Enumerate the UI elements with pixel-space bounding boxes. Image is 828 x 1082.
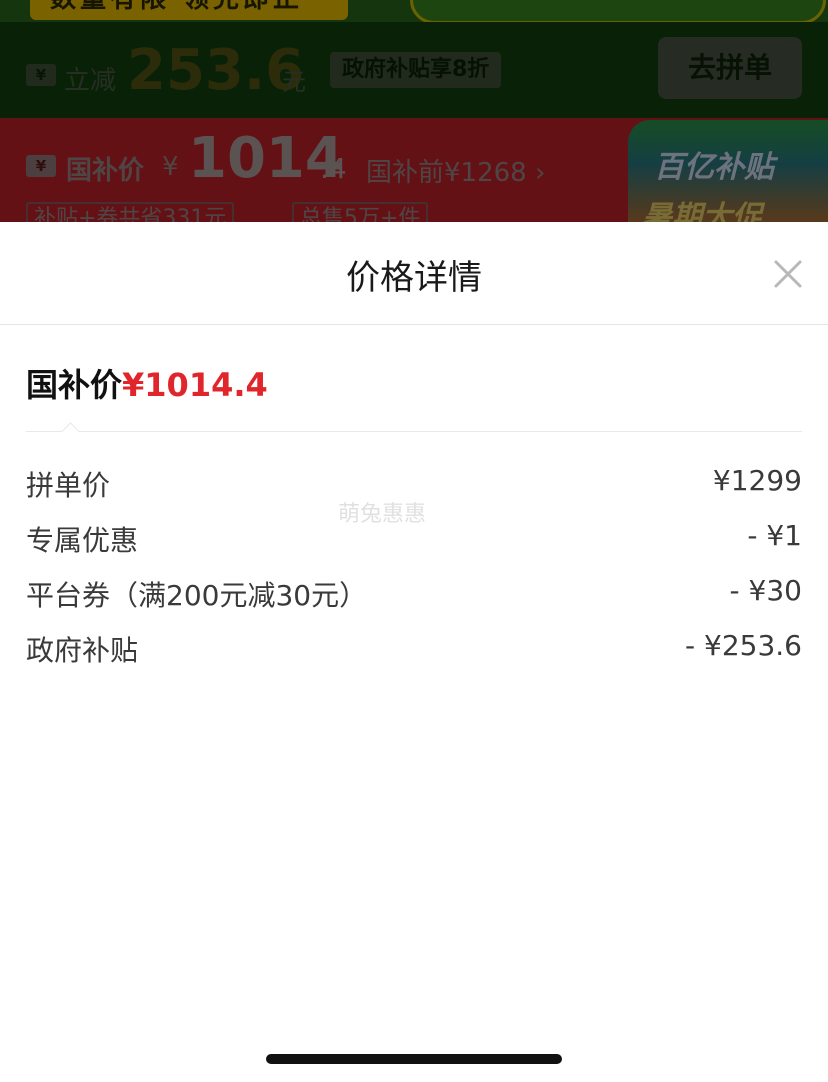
price-before-subsidy: 国补前¥1268 › — [366, 158, 546, 188]
sheet-header: 价格详情 — [0, 222, 828, 325]
promo-banner-text: 数量有限 领完即止 — [30, 0, 348, 20]
coupon-ticket-icon: ¥ — [26, 64, 56, 86]
price-item-row: 平台券（满200元减30元） - ¥30 — [26, 574, 802, 614]
promo-badge-line1: 百亿补贴 — [654, 150, 774, 185]
price-item-label: 平台券（满200元减30元） — [26, 579, 368, 612]
price-item-label: 拼单价 — [26, 469, 111, 502]
home-indicator[interactable] — [266, 1054, 562, 1064]
price-item-value: - ¥253.6 — [685, 629, 802, 662]
close-icon[interactable] — [770, 256, 806, 292]
instant-discount-unit: 元 — [282, 68, 306, 96]
divider — [26, 431, 802, 432]
total-price-label: 国补价 — [26, 366, 123, 404]
divider-notch — [61, 422, 80, 441]
gov-price-bar: ¥ 国补价 ¥ 1014 .4 国补前¥1268 › 补贴+券共省331元 总售… — [0, 118, 828, 222]
price-item-label: 专属优惠 — [26, 524, 139, 557]
gov-subsidy-tag: 政府补贴享8折 — [330, 52, 502, 88]
price-item-value: - ¥30 — [729, 574, 802, 607]
price-item-value: ¥1299 — [712, 464, 802, 497]
gov-price-label: 国补价 — [66, 156, 145, 186]
promo-badge: 百亿补贴 暑期大促 — [628, 120, 828, 222]
price-item-row: 政府补贴 - ¥253.6 — [26, 629, 802, 669]
background-product-page: 数量有限 领完即止 ¥ 立减 253.6 元 政府补贴享8折 去拼单 ¥ 国补价… — [0, 0, 828, 222]
price-item-value: - ¥1 — [747, 519, 802, 552]
total-price-value: ¥1014.4 — [122, 366, 268, 404]
gov-price-decimal: .4 — [320, 152, 347, 185]
instant-discount-bar: ¥ 立减 253.6 元 政府补贴享8折 去拼单 — [0, 22, 828, 118]
price-item-row: 专属优惠 - ¥1 — [26, 519, 802, 559]
promo-banner-right — [410, 0, 826, 24]
promo-badge-line2: 暑期大促 — [642, 200, 762, 222]
price-item-row: 拼单价 ¥1299 — [26, 464, 802, 504]
price-item-label: 政府补贴 — [26, 634, 139, 667]
group-buy-button: 去拼单 — [658, 37, 802, 99]
instant-discount-label: 立减 — [64, 66, 117, 96]
savings-tag: 补贴+券共省331元 — [26, 202, 235, 222]
sheet-title: 价格详情 — [346, 258, 482, 298]
instant-discount-amount: 253.6 — [127, 38, 305, 103]
sales-count-tag: 总售5万+件 — [292, 202, 429, 222]
total-price-row: 国补价¥1014.4 — [26, 360, 268, 406]
gov-price-currency: ¥ — [162, 152, 179, 182]
coupon-ticket-icon: ¥ — [26, 155, 56, 177]
price-details-sheet: 价格详情 国补价¥1014.4 萌兔惠惠 拼单价 ¥1299 专属优惠 - ¥1… — [0, 222, 828, 1082]
promo-strip: 数量有限 领完即止 — [0, 0, 828, 24]
